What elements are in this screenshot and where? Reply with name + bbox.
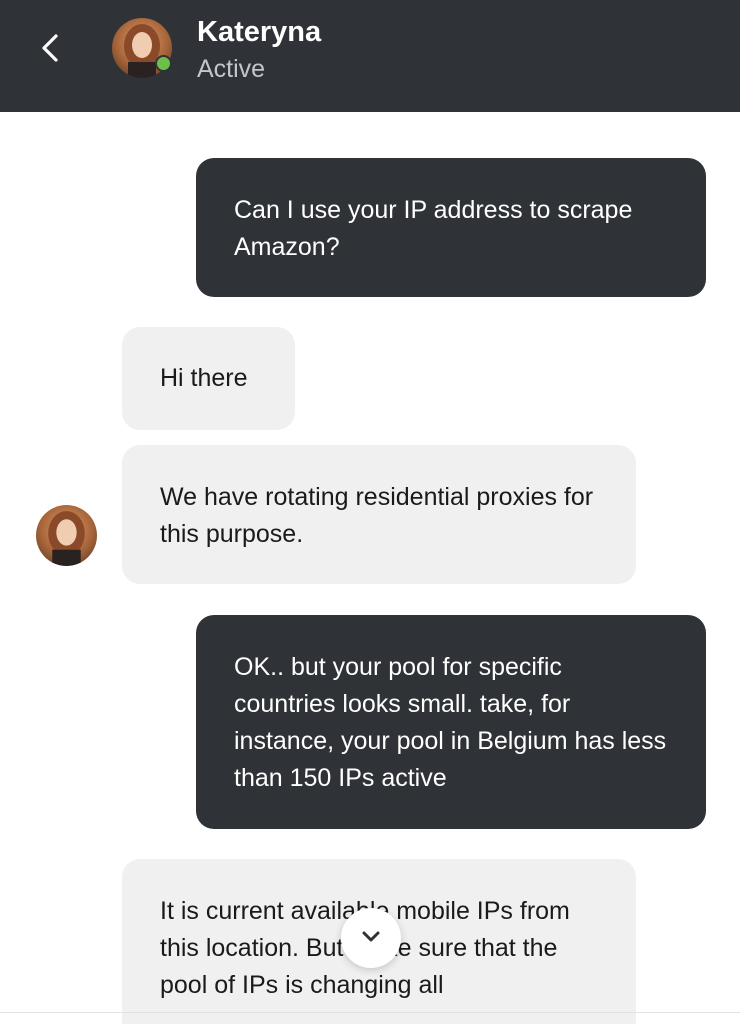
sender-avatar[interactable] (36, 505, 97, 566)
message-text: We have rotating residential proxies for… (160, 483, 594, 548)
chevron-down-icon (360, 929, 382, 948)
message-bubble-outgoing[interactable]: OK.. but your pool for specific countrie… (196, 615, 706, 829)
chevron-left-icon (39, 31, 61, 70)
message-text: Can I use your IP address to scrape Amaz… (234, 196, 633, 261)
message-bubble-incoming[interactable]: Hi there (122, 327, 295, 430)
contact-name[interactable]: Kateryna (197, 16, 321, 49)
divider (0, 1012, 740, 1013)
message-text: OK.. but your pool for specific countrie… (234, 653, 667, 792)
contact-status: Active (197, 55, 266, 83)
back-button[interactable] (30, 28, 70, 72)
contact-avatar[interactable] (112, 18, 172, 78)
message-text: Hi there (160, 364, 248, 392)
avatar-image (36, 505, 97, 566)
chat-screen: Kateryna Active Can I use your IP addres… (0, 0, 740, 1024)
online-indicator (155, 55, 172, 72)
scroll-to-bottom-button[interactable] (341, 908, 401, 968)
chat-header: Kateryna Active (0, 0, 740, 112)
message-bubble-outgoing[interactable]: Can I use your IP address to scrape Amaz… (196, 158, 706, 297)
message-bubble-incoming[interactable]: We have rotating residential proxies for… (122, 445, 636, 584)
